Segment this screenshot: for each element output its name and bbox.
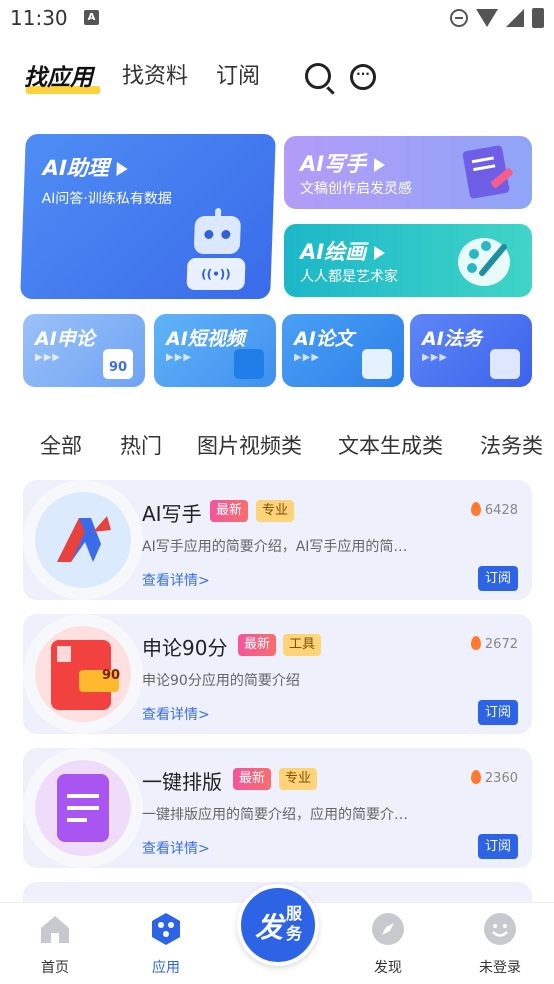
tag-badge: 专业 [279,768,318,790]
ai-writer-card[interactable]: AI写手 文稿创作启发灵感 [284,136,532,209]
subscribe-button[interactable]: 订阅 [478,700,518,725]
tag-badge: 工具 [283,634,322,656]
view-details-link[interactable]: 查看详情> [142,704,210,724]
card-title: AI写手 [300,148,386,178]
view-details-link[interactable]: 查看详情> [142,838,210,858]
apps-hex-icon [152,913,180,945]
card-subtitle: AI问答·训练私有数据 [41,191,173,207]
card-subtitle: 人人都是艺术家 [300,269,398,285]
layout-logo [35,760,131,856]
video-camera-icon [234,349,264,379]
tab-subscriptions[interactable]: 订阅 [216,58,260,90]
new-badge: 最新 [233,768,272,790]
card-title: AI法务 [422,328,482,350]
ai-paper-card[interactable]: AI论文 ▶▶▶ [282,314,404,387]
nav-label: 发现 [374,960,402,976]
app-list-item[interactable]: AI写手 最新 专业 6428 AI写手应用的简要介绍，AI写手应用的简… 查看… [23,480,532,600]
compass-icon [372,913,404,945]
logo-score: 90 [102,668,121,683]
gavel-icon [490,349,520,379]
status-icons [450,8,544,28]
tag-badge: 专业 [256,500,295,522]
category-text-generation[interactable]: 文本生成类 [338,430,443,460]
arrows: ▶▶▶ [35,352,62,363]
app-name: 申论90分 [142,636,228,660]
app-name: AI写手 [142,502,202,526]
status-bar: 11:30 A [0,0,554,38]
card-title: AI绘画 [300,236,386,266]
tab-find-apps[interactable]: 找应用 [24,58,100,94]
arrows: ▶▶▶ [422,352,449,363]
app-list-item[interactable]: 90 申论90分 最新 工具 2672 申论90分应用的简要介绍 查看详情> 订… [23,614,532,734]
nav-label: 未登录 [479,960,521,976]
flame-icon [470,502,481,516]
battery-icon [532,8,544,28]
tab-find-materials[interactable]: 找资料 [122,58,188,90]
wifi-icon [476,9,498,27]
search-icon[interactable] [305,63,331,89]
play-icon [374,158,386,172]
category-image-video[interactable]: 图片视频类 [197,430,302,460]
nav-discover[interactable]: 发现 [353,911,423,977]
home-icon [41,916,69,943]
exam-sheet-icon: 90 [103,349,133,379]
nav-label: 应用 [152,960,180,976]
app-description: AI写手应用的简要介绍，AI写手应用的简… [142,539,408,555]
fab-sub-label: 服务 [285,904,302,943]
nav-home[interactable]: 首页 [20,911,90,977]
ai-assistant-card[interactable]: AI助理 AI问答·训练私有数据 ((•)) [20,134,276,299]
document-lines-icon [362,349,392,379]
new-badge: 最新 [238,634,277,656]
category-tabs: 全部 热门 图片视频类 文本生成类 法务类 [0,430,554,462]
app-list-item[interactable]: 一键排版 最新 专业 2360 一键排版应用的简要介绍，应用的简要介… 查看详情… [23,748,532,868]
nav-profile[interactable]: 未登录 [465,911,535,977]
category-hot[interactable]: 热门 [120,430,162,460]
app-name: 一键排版 [142,770,222,794]
subscribe-button[interactable]: 订阅 [478,834,518,859]
card-title: AI短视频 [166,328,245,350]
flame-icon [470,770,481,784]
smiley-icon [484,913,516,945]
notification-icon: A [84,10,99,25]
ai-shenlun-card[interactable]: AI申论 ▶▶▶ 90 [23,314,145,387]
ai-writer-logo [35,492,131,588]
card-title: AI申论 [35,328,95,350]
play-icon [116,162,128,176]
app-description: 申论90分应用的简要介绍 [142,673,300,689]
app-description: 一键排版应用的简要介绍，应用的简要介… [142,807,408,823]
popularity: 2360 [470,770,518,786]
card-title: AI助理 [42,152,128,182]
top-tabs: 找应用 找资料 订阅 [0,56,554,96]
subscribe-button[interactable]: 订阅 [478,566,518,591]
nav-label: 首页 [41,960,69,976]
new-badge: 最新 [210,500,249,522]
flame-icon [470,636,481,650]
status-time: 11:30 [10,6,68,30]
popularity: 6428 [470,502,518,518]
publish-service-button[interactable]: 发 服务 [237,884,319,966]
category-legal[interactable]: 法务类 [480,430,543,460]
category-all[interactable]: 全部 [40,430,82,460]
arrows: ▶▶▶ [294,352,321,363]
nav-apps[interactable]: 应用 [131,911,201,977]
robot-icon: ((•)) [186,208,249,292]
play-icon [374,246,386,260]
cell-signal-icon [506,9,524,27]
ai-legal-card[interactable]: AI法务 ▶▶▶ [410,314,532,387]
arrows: ▶▶▶ [166,352,193,363]
tab-label: 找应用 [24,65,93,91]
do-not-disturb-icon [450,9,468,27]
card-title: AI论文 [294,328,354,350]
ai-painter-card[interactable]: AI绘画 人人都是艺术家 [284,224,532,297]
view-details-link[interactable]: 查看详情> [142,570,210,590]
popularity: 2672 [470,636,518,652]
palette-icon [458,238,510,286]
card-subtitle: 文稿创作启发灵感 [300,181,412,197]
fab-main-label: 发 [255,911,284,944]
document-pen-icon [462,145,513,199]
ai-short-video-card[interactable]: AI短视频 ▶▶▶ [154,314,276,387]
chat-icon[interactable]: ··· [350,64,376,90]
